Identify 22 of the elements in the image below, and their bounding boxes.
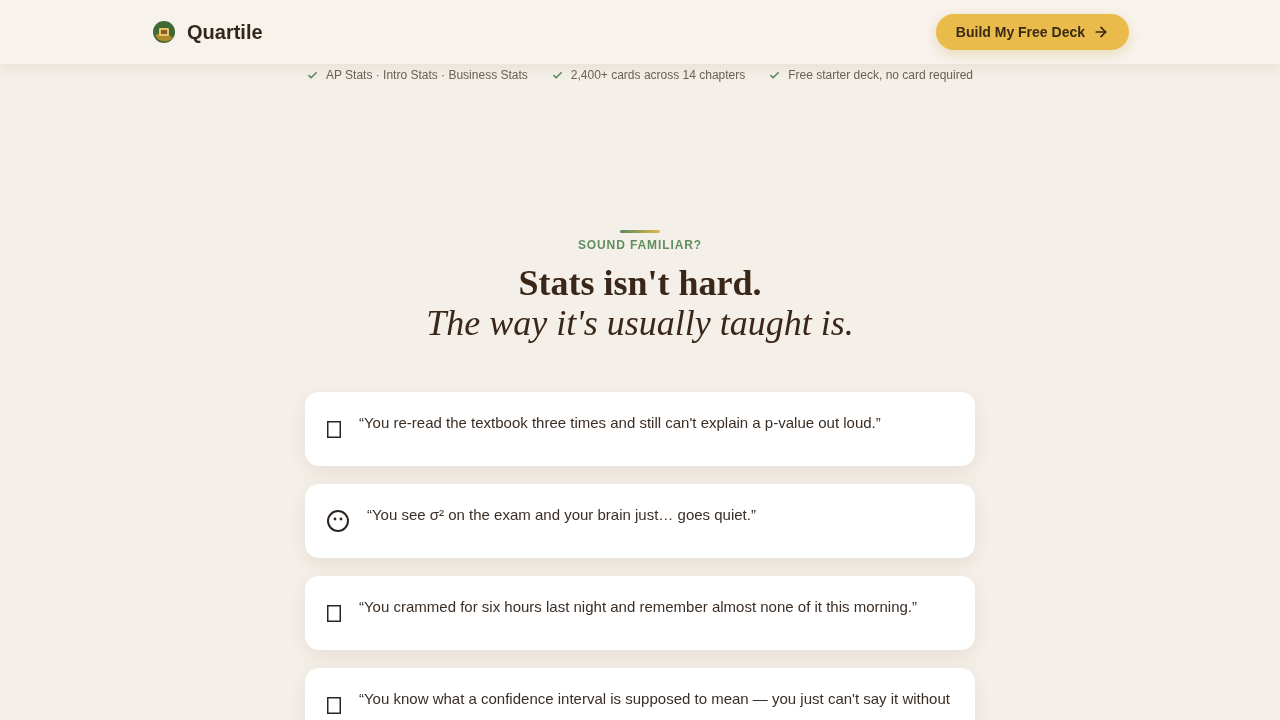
check-icon [769,69,781,81]
check-icon [551,69,563,81]
rectangle-outline-icon [327,604,341,622]
brand-name: Quartile [187,20,263,44]
quote-text: “You re-read the textbook three times and still can't explain a p-value out loud.” [359,414,881,432]
highlight-text: Free starter deck, no card required [788,68,974,82]
arrow-right-icon [1093,24,1109,40]
quote-text: “You see σ² on the exam and your brain just… goes quiet.” [367,506,756,524]
quote-text: “You know what a confidence interval is supposed to mean — you just can't say it without [359,690,950,708]
highlight-text: 2,400+ cards across 14 chapters [570,68,746,82]
rectangle-outline-icon [327,696,341,714]
quote-text: “You crammed for six hours last night and remember almost none of it this morning.” [359,598,918,616]
build-deck-button[interactable]: Build My Free Deck [935,14,1129,50]
check-icon [306,69,318,81]
logo-icon [153,21,175,43]
eyebrow-label: SOUND FAMILIAR? [577,238,703,252]
rectangle-outline-icon [327,420,341,438]
section-title: Stats isn't hard. [518,263,762,303]
face-icon [327,510,349,532]
highlight-text: AP Stats · Intro Stats · Business Stats [325,68,528,82]
section-subtitle: The way it's usually taught is. [426,303,854,343]
accent-bar [620,230,660,233]
